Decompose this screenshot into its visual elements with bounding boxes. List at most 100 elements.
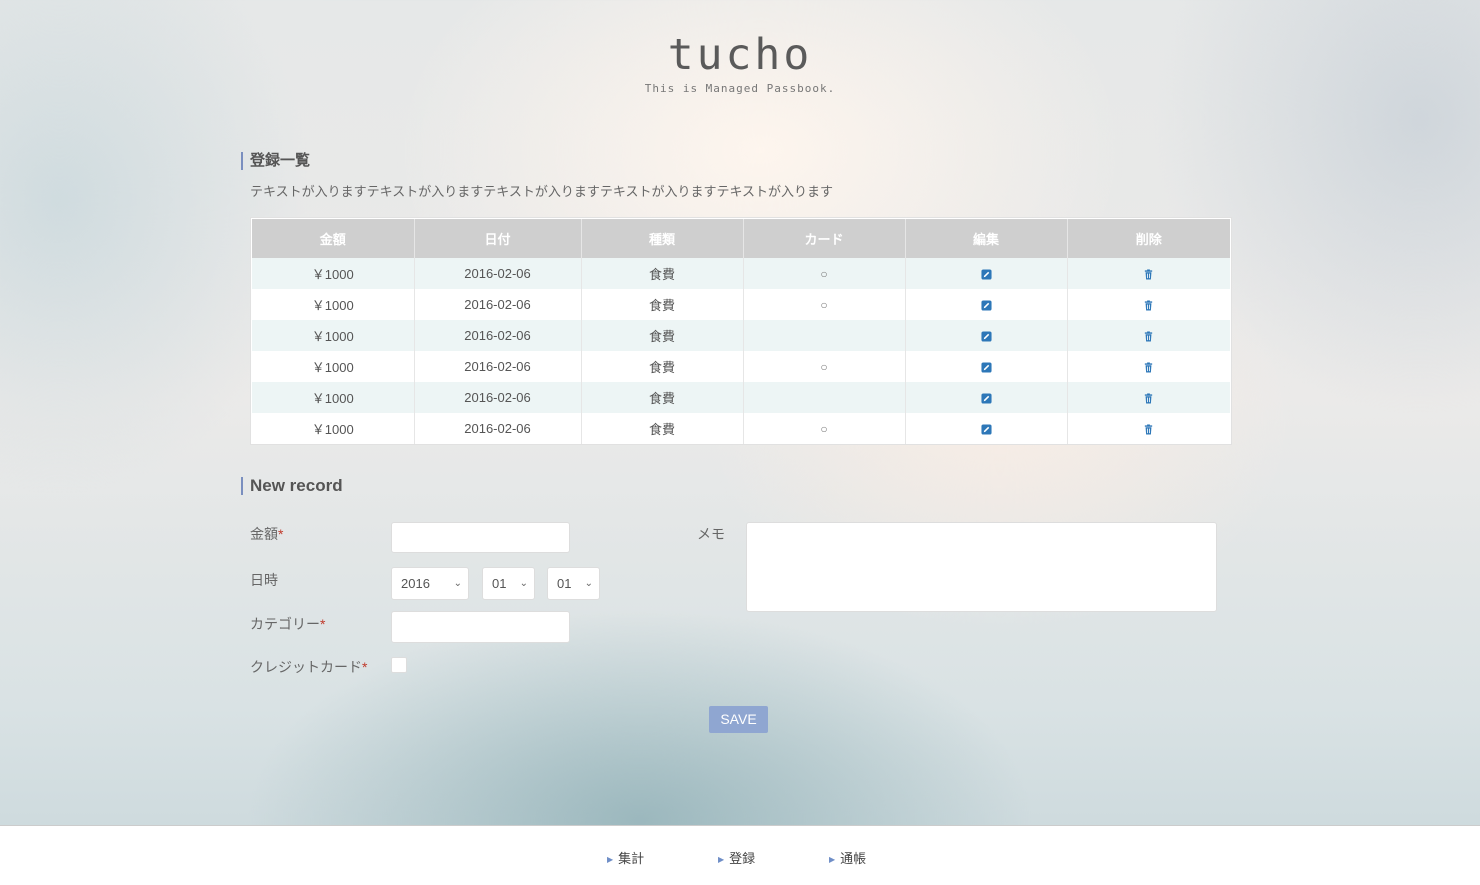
trash-icon [1145, 331, 1153, 342]
table-row: ￥1000 2016-02-06 食費 [252, 320, 1230, 351]
table-row: ￥1000 2016-02-06 食費 ○ [252, 413, 1230, 444]
trash-icon [1145, 269, 1153, 280]
amount-cell: ￥1000 [252, 413, 415, 444]
edit-button[interactable] [905, 382, 1068, 413]
amount-cell: ￥1000 [252, 258, 415, 289]
column-header-date: 日付 [414, 219, 582, 258]
edit-button[interactable] [905, 258, 1068, 289]
required-mark: * [278, 526, 284, 542]
list-section-title: 登録一覧 [241, 152, 310, 170]
card-cell: ○ [743, 413, 906, 444]
table-header-row: 金額 日付 種類 カード 編集 削除 [252, 219, 1230, 258]
category-cell: 食費 [581, 258, 744, 289]
amount-label-text: 金額 [250, 526, 278, 542]
edit-icon [980, 331, 992, 342]
delete-button[interactable] [1067, 258, 1230, 289]
amount-cell: ￥1000 [252, 382, 415, 413]
chevron-down-icon: ⌄ [584, 578, 593, 589]
delete-button[interactable] [1067, 289, 1230, 320]
table-row: ￥1000 2016-02-06 食費 [252, 382, 1230, 413]
delete-button[interactable] [1067, 320, 1230, 351]
card-cell: ○ [743, 289, 906, 320]
card-cell: ○ [743, 258, 906, 289]
card-cell: ○ [743, 351, 906, 382]
date-cell: 2016-02-06 [414, 382, 582, 413]
column-header-category: 種類 [581, 219, 744, 258]
date-cell: 2016-02-06 [414, 413, 582, 444]
day-select[interactable]: 01 ⌄ [547, 567, 600, 600]
logo[interactable]: tucho [0, 26, 1480, 84]
category-input[interactable] [391, 611, 570, 643]
card-cell [743, 382, 906, 413]
required-mark: * [320, 616, 326, 632]
category-label-text: カテゴリー [250, 616, 320, 632]
category-cell: 食費 [581, 413, 744, 444]
nav-label: 登録 [729, 851, 756, 866]
trash-icon [1145, 300, 1153, 311]
credit-card-label-text: クレジットカード [250, 659, 362, 675]
nav-item-register[interactable]: ▶ 登録 [718, 848, 755, 867]
date-label: 日時 [250, 572, 278, 588]
edit-button[interactable] [905, 351, 1068, 382]
table-row: ￥1000 2016-02-06 食費 ○ [252, 258, 1230, 289]
nav-item-summary[interactable]: ▶ 集計 [607, 848, 644, 867]
delete-button[interactable] [1067, 413, 1230, 444]
column-header-amount: 金額 [252, 219, 415, 258]
triangle-right-icon: ▶ [607, 855, 614, 865]
trash-icon [1145, 393, 1153, 404]
nav-label: 通帳 [840, 851, 867, 866]
form-section-title: New record [241, 477, 343, 495]
category-label: カテゴリー* [250, 614, 325, 634]
month-select[interactable]: 01 ⌄ [482, 567, 535, 600]
amount-cell: ￥1000 [252, 320, 415, 351]
edit-icon [980, 269, 992, 280]
amount-cell: ￥1000 [252, 289, 415, 320]
edit-button[interactable] [905, 320, 1068, 351]
column-header-edit: 編集 [905, 219, 1068, 258]
category-cell: 食費 [581, 289, 744, 320]
records-table: 金額 日付 種類 カード 編集 削除 ￥1000 2016-02-06 食費 ○ ￥10… [250, 217, 1232, 445]
year-value: 2016 [401, 576, 430, 591]
edit-button[interactable] [905, 289, 1068, 320]
edit-icon [980, 300, 992, 311]
memo-label: メモ [697, 526, 725, 542]
category-cell: 食費 [581, 351, 744, 382]
category-cell: 食費 [581, 382, 744, 413]
table-row: ￥1000 2016-02-06 食費 ○ [252, 289, 1230, 320]
list-description: テキストが入りますテキストが入りますテキストが入りますテキストが入りますテキスト… [250, 184, 834, 199]
delete-button[interactable] [1067, 382, 1230, 413]
edit-button[interactable] [905, 413, 1068, 444]
date-cell: 2016-02-06 [414, 351, 582, 382]
chevron-down-icon: ⌄ [453, 578, 462, 589]
site-header: tucho This is Managed Passbook. [0, 26, 1480, 95]
trash-icon [1145, 424, 1153, 435]
amount-label: 金額* [250, 524, 283, 544]
date-cell: 2016-02-06 [414, 289, 582, 320]
credit-card-checkbox[interactable] [391, 657, 407, 673]
edit-icon [980, 362, 992, 373]
column-header-card: カード [743, 219, 906, 258]
edit-icon [980, 424, 992, 435]
footer-nav: ▶ 集計 ▶ 登録 ▶ 通帳 [0, 825, 1480, 885]
chevron-down-icon: ⌄ [519, 578, 528, 589]
table-row: ￥1000 2016-02-06 食費 ○ [252, 351, 1230, 382]
date-cell: 2016-02-06 [414, 258, 582, 289]
month-value: 01 [492, 576, 507, 591]
date-cell: 2016-02-06 [414, 320, 582, 351]
year-select[interactable]: 2016 ⌄ [391, 567, 469, 600]
nav-label: 集計 [618, 851, 645, 866]
save-button[interactable]: SAVE [709, 706, 768, 733]
amount-input[interactable] [391, 522, 570, 553]
triangle-right-icon: ▶ [718, 855, 725, 865]
triangle-right-icon: ▶ [829, 855, 836, 865]
column-header-delete: 削除 [1067, 219, 1230, 258]
edit-icon [980, 393, 992, 404]
delete-button[interactable] [1067, 351, 1230, 382]
memo-textarea[interactable] [746, 522, 1217, 612]
credit-card-label: クレジットカード* [250, 657, 367, 677]
category-cell: 食費 [581, 320, 744, 351]
nav-item-passbook[interactable]: ▶ 通帳 [829, 848, 866, 867]
required-mark: * [362, 659, 368, 675]
amount-cell: ￥1000 [252, 351, 415, 382]
card-cell [743, 320, 906, 351]
